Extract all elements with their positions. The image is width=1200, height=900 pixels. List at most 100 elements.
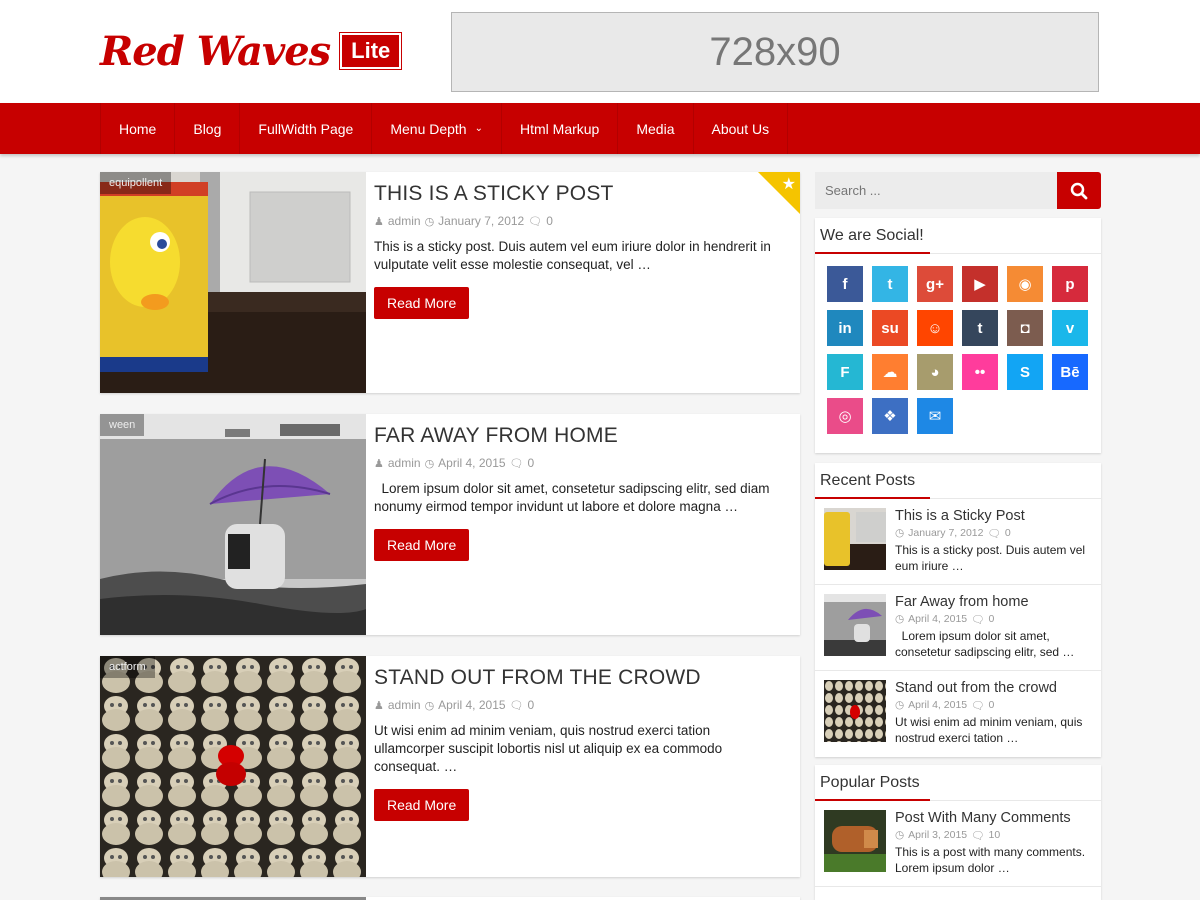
post-title[interactable]: STAND OUT FROM THE CROWD [374, 666, 784, 690]
recent-post-thumbnail[interactable] [824, 680, 886, 742]
google-plus-icon[interactable]: g+ [917, 266, 953, 302]
recent-post-title[interactable]: Stand out from the crowd [895, 680, 1095, 696]
email-icon[interactable]: ✉ [917, 398, 953, 434]
ad-banner[interactable]: 728x90 [451, 12, 1099, 92]
nav-item-menu-depth[interactable]: Menu Depth ⌄ [372, 103, 502, 154]
post-thumbnail[interactable]: actform [100, 656, 366, 877]
recent-post-date: April 4, 2015 [908, 613, 968, 625]
read-more-button[interactable]: Read More [374, 287, 470, 319]
user-icon: ♟ [374, 215, 384, 228]
popular-post-comments: 10 [988, 829, 1001, 841]
logo-text[interactable]: Red Waves [100, 28, 331, 75]
post-excerpt: This is a sticky post. Duis autem vel eu… [374, 239, 771, 272]
site-header: Red Waves Lite 728x90 [0, 0, 1200, 103]
nav-item-blog[interactable]: Blog [175, 103, 241, 154]
recent-post-comments: 0 [988, 699, 995, 711]
nav-label: FullWidth Page [258, 120, 354, 137]
nav-item-media[interactable]: Media [618, 103, 694, 154]
recent-post-item[interactable]: This is a Sticky Post ◷ January 7, 2012 … [815, 499, 1101, 585]
post-comments-count[interactable]: 0 [528, 698, 535, 712]
widget-title: Recent Posts [815, 463, 1101, 499]
vimeo-icon[interactable]: v [1052, 310, 1088, 346]
comments-icon: 🗨 [971, 614, 985, 626]
recent-posts-widget: Recent Posts This is a Sticky Post ◷ Jan… [815, 463, 1101, 757]
reddit-icon[interactable]: ☺ [917, 310, 953, 346]
popular-post-thumbnail[interactable] [824, 810, 886, 872]
popular-post-item[interactable]: Post With Many Comments ◷ April 3, 2015 … [815, 801, 1101, 887]
nav-item-fullwidth-page[interactable]: FullWidth Page [240, 103, 373, 154]
twitter-icon[interactable]: t [872, 266, 908, 302]
post-meta: ♟ admin ◷ January 7, 2012 🗨 0 [374, 214, 784, 228]
youtube-icon[interactable]: ▶ [962, 266, 998, 302]
site-logo[interactable]: Red Waves Lite [100, 26, 403, 76]
chevron-down-icon: ⌄ [474, 123, 483, 134]
post-comments-count[interactable]: 0 [546, 214, 553, 228]
read-more-button[interactable]: Read More [374, 789, 470, 821]
dribbble-icon[interactable]: ◎ [827, 398, 863, 434]
recent-post-item[interactable]: Stand out from the crowd ◷ April 4, 2015… [815, 671, 1101, 757]
recent-post-comments: 0 [988, 613, 995, 625]
post-author[interactable]: admin [388, 698, 421, 712]
post-comments-count[interactable]: 0 [528, 456, 535, 470]
search-input[interactable] [815, 172, 1057, 209]
nav-label: Html Markup [520, 120, 600, 137]
popular-posts-widget: Popular Posts Post With Many Comments ◷ … [815, 765, 1101, 900]
thumbnail-tag: actform [100, 656, 155, 678]
post-author[interactable]: admin [388, 214, 421, 228]
nav-label: About Us [711, 120, 770, 137]
widget-title: Popular Posts [815, 765, 1101, 801]
recent-post-title[interactable]: This is a Sticky Post [895, 508, 1095, 524]
post-thumbnail[interactable]: ween [100, 414, 366, 635]
recent-post-excerpt: Lorem ipsum dolor sit amet, consetetur s… [895, 628, 1095, 660]
social-icons-grid: f t g+ ▶ ◉ p in su ☺ t ◘ v F ☁ ◕ •• S Bē ◎ ❖ ✉ [815, 254, 1101, 441]
flickr-icon[interactable]: •• [962, 354, 998, 390]
recent-post-thumbnail[interactable] [824, 508, 886, 570]
comments-icon: 🗨 [971, 700, 985, 712]
rss-icon[interactable]: ◉ [1007, 266, 1043, 302]
clock-icon: ◷ [895, 829, 905, 841]
social-widget: We are Social! f t g+ ▶ ◉ p in su ☺ t ◘ v F ☁ ◕ •• S Bē ◎ ❖… [815, 218, 1101, 453]
comments-icon: 🗨 [509, 457, 524, 470]
behance-icon[interactable]: Bē [1052, 354, 1088, 390]
dropbox-icon[interactable]: ❖ [872, 398, 908, 434]
post-date: January 7, 2012 [438, 214, 525, 228]
post-card: actform STAND OUT FROM THE CROWD ♟ admin… [100, 656, 800, 877]
recent-post-meta: ◷ April 4, 2015 🗨 0 [895, 699, 1095, 712]
comments-icon: 🗨 [971, 830, 985, 842]
recent-post-item[interactable]: Far Away from home ◷ April 4, 2015 🗨 0 L… [815, 585, 1101, 671]
read-more-button[interactable]: Read More [374, 529, 470, 561]
stumbleupon-icon[interactable]: su [872, 310, 908, 346]
clock-icon: ◷ [895, 613, 905, 625]
post-meta: ♟ admin ◷ April 4, 2015 🗨 0 [374, 456, 784, 470]
recent-post-excerpt: Ut wisi enim ad minim veniam, quis nostr… [895, 715, 1083, 745]
post-date: April 4, 2015 [438, 456, 506, 470]
nav-item-home[interactable]: Home [101, 103, 176, 154]
soundcloud-icon[interactable]: ☁ [872, 354, 908, 390]
instagram-icon[interactable]: ◘ [1007, 310, 1043, 346]
widget-title: We are Social! [815, 218, 1101, 254]
search-button[interactable] [1057, 172, 1101, 209]
recent-post-date: January 7, 2012 [908, 527, 984, 539]
logo-badge: Lite [339, 32, 403, 70]
comments-icon: 🗨 [987, 528, 1001, 540]
foursquare-icon[interactable]: F [827, 354, 863, 390]
linkedin-icon[interactable]: in [827, 310, 863, 346]
recent-post-title[interactable]: Far Away from home [895, 594, 1095, 610]
github-icon[interactable]: ◕ [917, 354, 953, 390]
popular-post-title[interactable]: Post With Many Comments [895, 810, 1095, 826]
recent-post-thumbnail[interactable] [824, 594, 886, 656]
tumblr-icon[interactable]: t [962, 310, 998, 346]
nav-label: Home [119, 120, 157, 137]
nav-item-html-markup[interactable]: Html Markup [502, 103, 619, 154]
post-title[interactable]: THIS IS A STICKY POST [374, 182, 784, 206]
nav-item-about-us[interactable]: About Us [694, 103, 789, 154]
post-author[interactable]: admin [388, 456, 421, 470]
post-excerpt: Ut wisi enim ad minim veniam, quis nostr… [374, 723, 723, 774]
post-title[interactable]: FAR AWAY FROM HOME [374, 424, 784, 448]
post-thumbnail[interactable]: equipollent [100, 172, 366, 393]
recent-post-date: April 4, 2015 [908, 699, 968, 711]
recent-post-meta: ◷ April 4, 2015 🗨 0 [895, 613, 1095, 626]
pinterest-icon[interactable]: p [1052, 266, 1088, 302]
skype-icon[interactable]: S [1007, 354, 1043, 390]
facebook-icon[interactable]: f [827, 266, 863, 302]
